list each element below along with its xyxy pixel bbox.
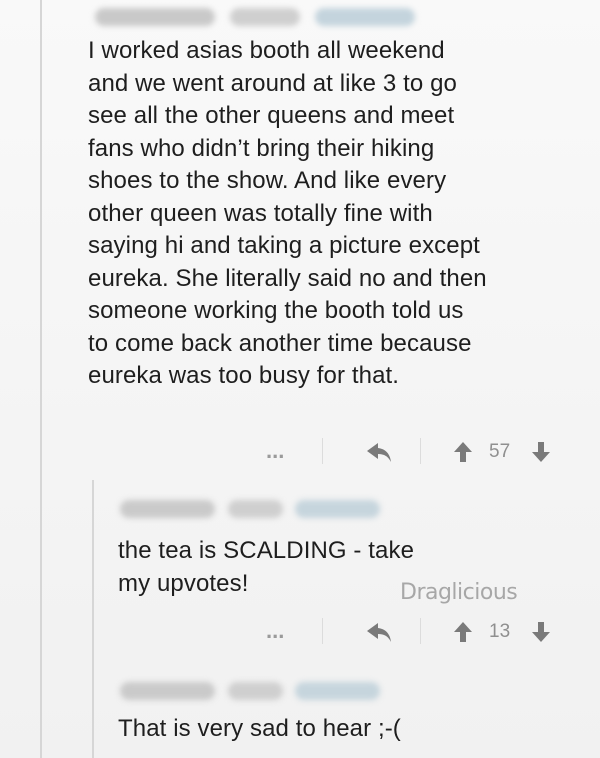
comment-2-author-blurred: [120, 500, 380, 518]
comment-1-more-button[interactable]: ...: [266, 436, 284, 466]
comment-1-author-blurred: [95, 8, 415, 26]
comment-3-body: That is very sad to hear ;-(: [118, 715, 401, 742]
downvote-arrow-icon[interactable]: [531, 441, 551, 463]
comment-2-score: 13: [489, 621, 511, 642]
downvote-arrow-icon[interactable]: [531, 621, 551, 643]
comment-thread: I worked asias booth all weekend and we …: [0, 0, 600, 758]
comment-3-author-blurred: [120, 682, 380, 700]
draglicious-watermark: Draglicious: [400, 580, 518, 605]
divider: [420, 618, 421, 644]
reply-arrow-icon[interactable]: [366, 442, 392, 464]
comment-1-body: I worked asias booth all weekend and we …: [88, 37, 487, 389]
comment-2-more-button[interactable]: ...: [266, 616, 284, 646]
upvote-arrow-icon[interactable]: [453, 621, 473, 643]
upvote-arrow-icon[interactable]: [453, 441, 473, 463]
thread-line-main: [40, 0, 42, 758]
comment-1-score: 57: [489, 441, 511, 462]
divider: [420, 438, 421, 464]
reply-arrow-icon[interactable]: [366, 622, 392, 644]
divider: [322, 438, 323, 464]
thread-line-nested: [92, 480, 94, 758]
divider: [322, 618, 323, 644]
